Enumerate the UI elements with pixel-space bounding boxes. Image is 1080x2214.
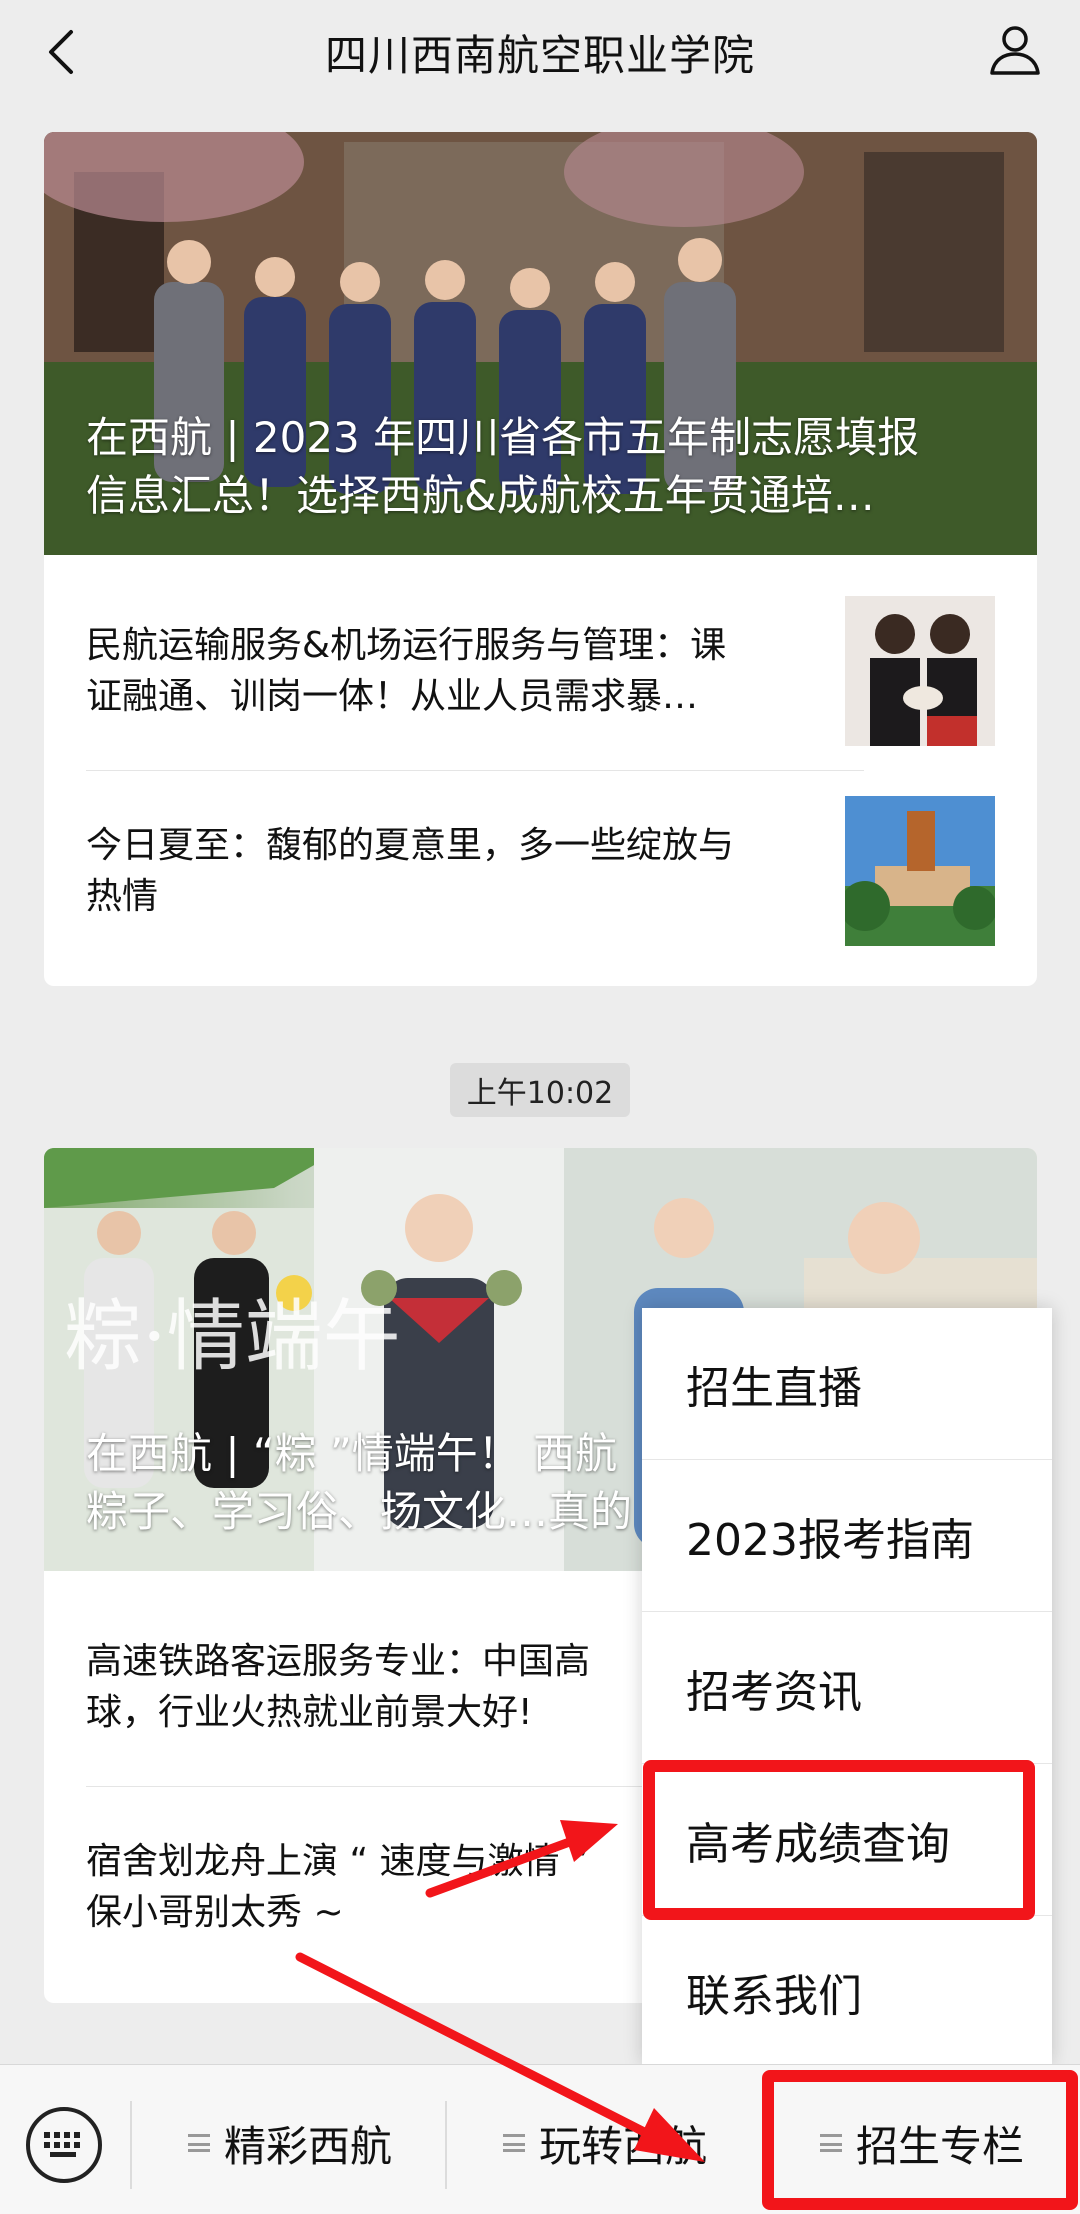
svg-text:粽·情端午: 粽·情端午 (64, 1292, 401, 1382)
list-item-title: 今日夏至：馥郁的夏意里，多一些绽放与 热情 (86, 820, 796, 922)
highlight-box-score-query (643, 1760, 1035, 1920)
article-headline: 在西航 | 2023 年四川省各市五年制志愿填报 信息汇总！选择西航&成航校五年… (86, 409, 995, 525)
submenu-item-live[interactable]: 招生直播 (642, 1308, 1052, 1459)
menu-tab-highlights[interactable]: 精彩西航 (140, 2093, 440, 2193)
profile-button[interactable] (980, 14, 1050, 84)
list-item-line: 民航运输服务&机场运行服务与管理：课 (86, 625, 727, 666)
divider (445, 2101, 447, 2189)
top-bar: 四川西南航空职业学院 (0, 0, 1080, 104)
menu-tab-label: 精彩西航 (223, 2121, 392, 2171)
menu-tab-explore[interactable]: 玩转西航 (455, 2093, 755, 2193)
submenu-item-news[interactable]: 招考资讯 (642, 1612, 1052, 1763)
headline-line: 在西航 | 2023 年四川省各市五年制志愿填报 (86, 413, 920, 462)
divider (130, 2101, 132, 2189)
article-cover[interactable]: 在西航 | 2023 年四川省各市五年制志愿填报 信息汇总！选择西航&成航校五年… (44, 132, 1037, 555)
back-button[interactable] (30, 22, 90, 82)
page-title: 四川西南航空职业学院 (324, 30, 755, 80)
list-item-line: 今日夏至：馥郁的夏意里，多一些绽放与 (86, 825, 735, 866)
keyboard-toggle-button[interactable] (26, 2107, 102, 2183)
article-thumbnail (845, 596, 995, 746)
submenu-popup: 招生直播 2023报考指南 招考资讯 高考成绩查询 联系我们 (642, 1308, 1052, 2064)
list-item[interactable]: 民航运输服务&机场运行服务与管理：课 证融通、训岗一体！从业人员需求暴… (86, 576, 995, 766)
submenu-item-contact[interactable]: 联系我们 (642, 1916, 1052, 2067)
list-item[interactable]: 今日夏至：馥郁的夏意里，多一些绽放与 热情 (86, 776, 995, 966)
user-icon (990, 26, 1040, 75)
article-thumbnail (845, 796, 995, 946)
keyboard-icon (44, 2132, 80, 2157)
article-card: 在西航 | 2023 年四川省各市五年制志愿填报 信息汇总！选择西航&成航校五年… (44, 132, 1037, 986)
chevron-left-icon (49, 30, 73, 74)
menu-lines-icon (187, 2134, 210, 2152)
divider (86, 770, 864, 771)
menu-tab-label: 玩转西航 (538, 2121, 707, 2171)
list-item-line: 证融通、训岗一体！从业人员需求暴… (86, 676, 699, 717)
headline-line: 信息汇总！选择西航&成航校五年贯通培… (86, 471, 875, 520)
highlight-box-admissions (762, 2070, 1078, 2210)
submenu-item-guide[interactable]: 2023报考指南 (642, 1460, 1052, 1611)
list-item-title: 民航运输服务&机场运行服务与管理：课 证融通、训岗一体！从业人员需求暴… (86, 620, 796, 722)
list-item-line: 热情 (86, 876, 159, 917)
timestamp-badge: 上午10:02 (450, 1063, 630, 1117)
menu-lines-icon (502, 2134, 525, 2152)
